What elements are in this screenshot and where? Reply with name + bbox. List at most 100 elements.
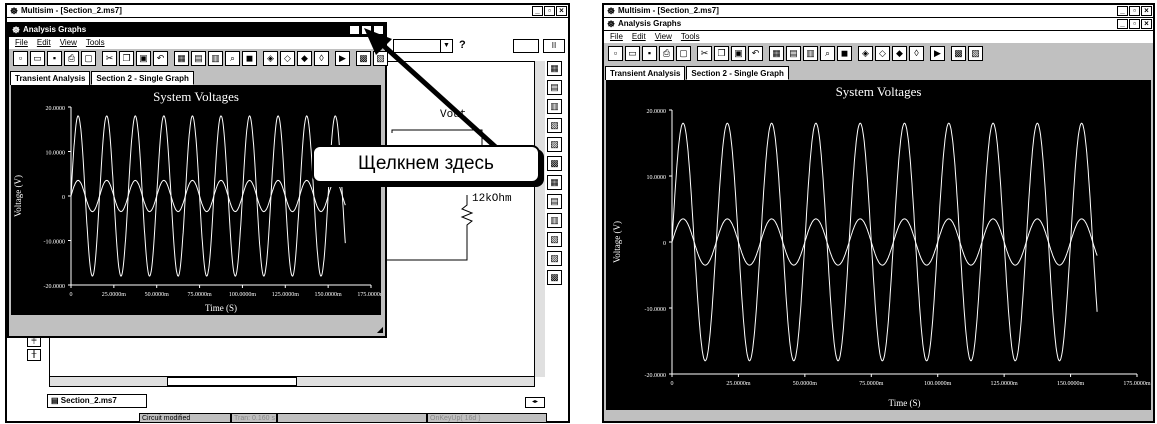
restore-button[interactable]: ▫ [544, 6, 555, 16]
export-icon[interactable]: ▶ [930, 46, 945, 61]
restore-graph-icon[interactable]: ▧ [968, 46, 983, 61]
menu-file[interactable]: File [610, 31, 623, 43]
overlay-icon[interactable]: ◆ [892, 46, 907, 61]
graph-window-icon: ☸ [607, 19, 616, 29]
component-tool-button[interactable]: ▧ [547, 232, 562, 247]
exchange-icon[interactable]: ◊ [909, 46, 924, 61]
y-tick-label: 10.0000 [647, 175, 667, 181]
select-trace-icon[interactable]: ◇ [875, 46, 890, 61]
callout-click-here: Щелкнем здесь [312, 145, 540, 183]
grid-icon[interactable]: ▦ [174, 51, 189, 66]
new-icon[interactable]: ▫ [13, 51, 28, 66]
print-icon[interactable]: ⎙ [64, 51, 79, 66]
vertical-scrollbar[interactable] [534, 61, 545, 377]
cut-icon[interactable]: ✂ [102, 51, 117, 66]
x-axis-label: Time (S) [889, 398, 921, 408]
postprocess-icon[interactable]: ▩ [951, 46, 966, 61]
print-preview-icon[interactable]: ▢ [676, 46, 691, 61]
menu-tools[interactable]: Tools [681, 31, 700, 43]
undo-icon[interactable]: ↶ [748, 46, 763, 61]
legend-icon[interactable]: ▤ [786, 46, 801, 61]
component-tool-button[interactable]: ▤ [547, 194, 562, 209]
restore-button[interactable]: ▫ [1129, 6, 1140, 16]
print-icon[interactable]: ⎙ [659, 46, 674, 61]
properties-icon[interactable]: ◈ [858, 46, 873, 61]
y-tick-label: -20.0000 [645, 373, 667, 379]
component-tool-button[interactable]: ▨ [547, 137, 562, 152]
tab-scroll-buttons[interactable]: ◂▸ [525, 397, 545, 408]
right-voltage-chart: System Voltages Time (S) Voltage (V) 20.000… [612, 84, 1151, 408]
minimize-button[interactable]: _ [1117, 6, 1128, 16]
right-plot-area[interactable]: System Voltages Time (S) Voltage (V) 20.000… [606, 80, 1151, 410]
open-icon[interactable]: ▭ [625, 46, 640, 61]
select-trace-icon[interactable]: ◇ [280, 51, 295, 66]
component-tool-button[interactable]: ▩ [547, 270, 562, 285]
paste-icon[interactable]: ▣ [731, 46, 746, 61]
multisim-icon: ☸ [607, 6, 616, 16]
menu-edit[interactable]: Edit [37, 37, 51, 49]
black-bg-icon[interactable]: ◼ [837, 46, 852, 61]
component-tool-button[interactable]: ▦ [547, 61, 562, 76]
tab-single-graph[interactable]: Section 2 - Single Graph [686, 66, 789, 80]
component-tool-button[interactable]: ▤ [547, 80, 562, 95]
menu-view[interactable]: View [655, 31, 672, 43]
component-tool-button[interactable]: ╫ [27, 349, 41, 361]
x-tick-label: 50.0000m [793, 381, 818, 387]
grid-icon[interactable]: ▦ [769, 46, 784, 61]
cursors-icon[interactable]: ▥ [208, 51, 223, 66]
menu-view[interactable]: View [60, 37, 77, 49]
minimize-button[interactable]: _ [532, 6, 543, 16]
overlay-icon[interactable]: ◆ [297, 51, 312, 66]
menu-tools[interactable]: Tools [86, 37, 105, 49]
properties-icon[interactable]: ◈ [263, 51, 278, 66]
x-tick-label: 0 [70, 292, 73, 298]
component-tool-button[interactable]: ▨ [547, 251, 562, 266]
menu-edit[interactable]: Edit [632, 31, 646, 43]
graph-restore-button[interactable]: ▫ [1129, 19, 1140, 29]
exchange-icon[interactable]: ◊ [314, 51, 329, 66]
resize-grip-icon[interactable]: ◢ [377, 325, 383, 334]
graph-close-button[interactable]: × [1141, 19, 1152, 29]
menu-file[interactable]: File [15, 37, 28, 49]
document-tab-label: Section_2.ms7 [60, 396, 117, 405]
tab-transient-analysis[interactable]: Transient Analysis [605, 66, 686, 80]
scroll-thumb[interactable] [167, 377, 297, 386]
save-icon[interactable]: ▪ [642, 46, 657, 61]
copy-icon[interactable]: ❐ [119, 51, 134, 66]
tab-single-graph[interactable]: Section 2 - Single Graph [91, 71, 194, 85]
copy-icon[interactable]: ❐ [714, 46, 729, 61]
paste-icon[interactable]: ▣ [136, 51, 151, 66]
component-tool-button[interactable]: ▩ [547, 156, 562, 171]
status-empty [277, 413, 427, 423]
component-tool-button[interactable]: ▥ [547, 213, 562, 228]
x-tick-label: 125.0000m [991, 381, 1019, 387]
print-preview-icon[interactable]: ▢ [81, 51, 96, 66]
component-tool-button[interactable]: ▧ [547, 118, 562, 133]
tab-transient-analysis[interactable]: Transient Analysis [10, 71, 91, 85]
legend-icon[interactable]: ▤ [191, 51, 206, 66]
pause-button[interactable]: II [543, 39, 565, 53]
left-component-column: ╪ ╫ [27, 335, 45, 375]
close-button[interactable]: × [556, 6, 567, 16]
component-tool-button[interactable]: ▥ [547, 99, 562, 114]
right-graph-title: Analysis Graphs [618, 19, 682, 28]
chart-title: System Voltages [153, 89, 239, 104]
cursors-icon[interactable]: ▥ [803, 46, 818, 61]
left-plot-area[interactable]: System Voltages Time (S) Voltage (V) 20.000… [11, 85, 385, 315]
zoom-icon[interactable]: ⌕ [225, 51, 240, 66]
zoom-icon[interactable]: ⌕ [820, 46, 835, 61]
undo-icon[interactable]: ↶ [153, 51, 168, 66]
black-bg-icon[interactable]: ◼ [242, 51, 257, 66]
close-button[interactable]: × [1141, 6, 1152, 16]
document-tab[interactable]: ▤ Section_2.ms7 [47, 394, 147, 408]
open-icon[interactable]: ▭ [30, 51, 45, 66]
left-graph-tabs: Transient Analysis Section 2 - Single Gr… [10, 71, 195, 85]
graph-minimize-button[interactable]: _ [1117, 19, 1128, 29]
save-icon[interactable]: ▪ [47, 51, 62, 66]
new-icon[interactable]: ▫ [608, 46, 623, 61]
status-key: OnKeyUp( 16d ) [427, 413, 547, 423]
x-tick-label: 175.0000m [1123, 381, 1151, 387]
left-app-titlebar: ☸ Multisim - [Section_2.ms7] _ ▫ × [7, 5, 568, 18]
component-tool-button[interactable]: ▦ [547, 175, 562, 190]
cut-icon[interactable]: ✂ [697, 46, 712, 61]
